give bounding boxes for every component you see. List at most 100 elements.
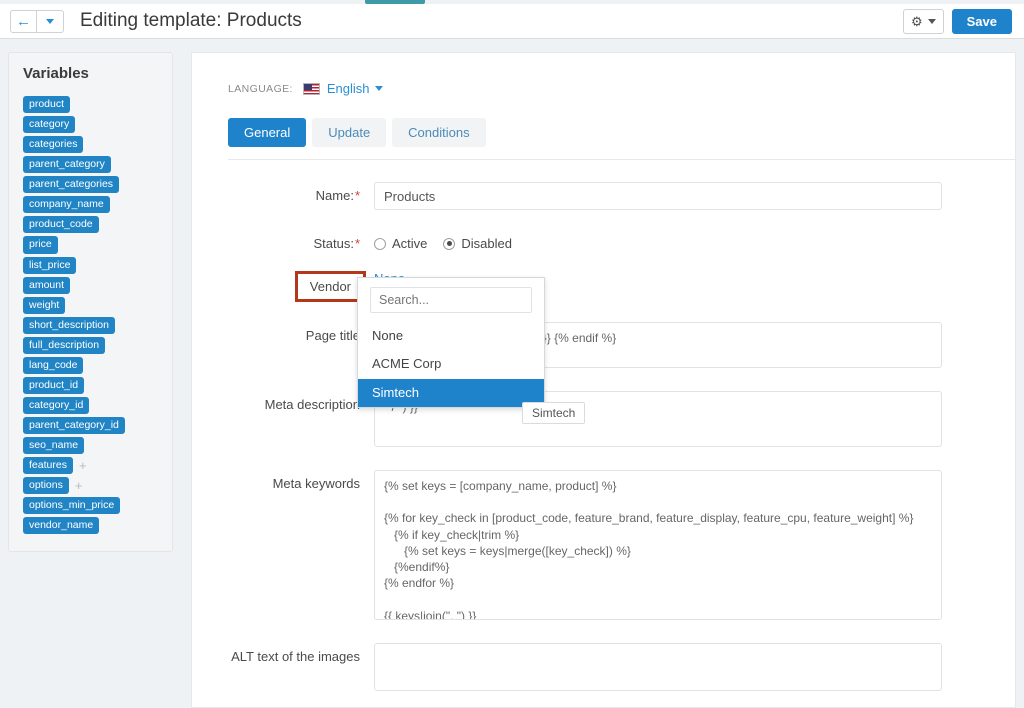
variable-tag[interactable]: parent_categories <box>23 176 120 194</box>
field-meta-keywords: Meta keywords <box>214 470 993 623</box>
back-button-group[interactable]: ← <box>10 9 64 33</box>
vendor-label-highlighted: Vendor <box>294 271 366 302</box>
variable-tag[interactable]: categories <box>23 136 84 154</box>
top-toolbar: ← Editing template: Products ⚙ Save <box>0 4 1024 39</box>
variable-row: options + <box>23 477 158 495</box>
variable-row: category_id <box>23 396 158 414</box>
vendor-option[interactable]: ACME Corp <box>358 350 544 378</box>
variable-row: product_code <box>23 216 158 234</box>
variable-tag[interactable]: product_code <box>23 216 99 234</box>
variables-sidebar: Variables product category categories paren… <box>8 52 173 553</box>
variable-row: short_description <box>23 316 158 334</box>
meta-description-label: Meta description <box>264 397 360 412</box>
tab-update[interactable]: Update <box>312 118 387 147</box>
variable-tag[interactable]: parent_category <box>23 156 111 174</box>
alt-text-textarea[interactable] <box>374 643 942 691</box>
vendor-dropdown-menu: NoneACME CorpSimtech <box>357 277 545 408</box>
variable-tag[interactable]: weight <box>23 296 66 314</box>
vendor-option[interactable]: Simtech <box>358 378 544 407</box>
field-status: Status:* Active Disabled <box>214 230 993 251</box>
field-alt-text: ALT text of the images <box>214 643 993 694</box>
variable-tag[interactable]: company_name <box>23 196 110 214</box>
template-form: Name:* Status:* ActiveDisabled Vendor No… <box>214 182 993 707</box>
page-title: Editing template: Products <box>80 10 302 31</box>
field-vendor: Vendor None <box>214 271 993 302</box>
variable-tag[interactable]: product_id <box>23 376 85 394</box>
variable-tag[interactable]: features <box>23 457 73 475</box>
variable-row: product <box>23 96 158 114</box>
status-radio-group: Active Disabled <box>374 230 993 251</box>
plus-icon[interactable]: + <box>75 479 83 492</box>
name-input[interactable] <box>374 182 942 210</box>
variables-list: product category categories parent_category… <box>23 96 158 535</box>
status-radio-active[interactable]: Active <box>374 236 427 251</box>
meta-keywords-textarea[interactable] <box>374 470 942 620</box>
plus-icon[interactable]: + <box>79 459 87 472</box>
tab-general[interactable]: General <box>228 118 307 147</box>
variable-tag[interactable]: product <box>23 96 71 114</box>
variable-tag[interactable]: full_description <box>23 336 106 354</box>
variable-tag[interactable]: lang_code <box>23 356 84 374</box>
required-marker: * <box>354 188 360 203</box>
variable-tag[interactable]: options_min_price <box>23 497 121 515</box>
name-label-text: Name: <box>315 188 354 203</box>
variable-row: product_id <box>23 376 158 394</box>
radio-label: Disabled <box>461 236 512 251</box>
back-dropdown-button[interactable] <box>37 9 64 33</box>
variable-tag[interactable]: vendor_name <box>23 517 100 535</box>
variable-tag[interactable]: parent_category_id <box>23 417 125 435</box>
variable-tag[interactable]: short_description <box>23 316 115 334</box>
meta-keywords-label: Meta keywords <box>272 476 360 491</box>
language-selector[interactable]: English <box>327 81 370 96</box>
tab-conditions[interactable]: Conditions <box>392 118 486 147</box>
vendor-search-input[interactable] <box>370 287 532 313</box>
variable-row: vendor_name <box>23 517 158 535</box>
variable-row: seo_name <box>23 437 158 455</box>
variable-row: company_name <box>23 196 158 214</box>
us-flag-icon <box>302 82 320 95</box>
variable-row: amount <box>23 276 158 294</box>
field-name: Name:* <box>214 182 993 210</box>
variable-tag[interactable]: list_price <box>23 256 77 274</box>
main-panel: LANGUAGE: English General Update Condition… <box>191 52 1016 708</box>
language-row: LANGUAGE: English <box>228 81 993 96</box>
vendor-dropdown-options: None ACME Corp Simtech <box>358 322 544 407</box>
variable-row: price <box>23 236 158 254</box>
tab-divider <box>228 159 1015 160</box>
variable-tag[interactable]: amount <box>23 276 71 294</box>
variable-tag[interactable]: category_id <box>23 396 90 414</box>
save-button[interactable]: Save <box>951 8 1012 34</box>
vendor-option[interactable]: None <box>358 322 544 350</box>
required-marker: * <box>354 236 360 251</box>
status-radio-disabled[interactable]: Disabled <box>443 236 512 251</box>
chevron-down-icon <box>927 18 936 24</box>
radio-label: Active <box>392 236 428 251</box>
settings-button[interactable]: ⚙ <box>902 8 944 34</box>
variable-row: options_min_price <box>23 497 158 515</box>
gear-icon: ⚙ <box>910 13 923 29</box>
variable-tag[interactable]: category <box>23 116 76 134</box>
variable-row: weight <box>23 296 158 314</box>
name-label: Name:* <box>214 182 374 203</box>
toolbar-actions: ⚙ Save <box>902 8 1012 34</box>
alt-text-label: ALT text of the images <box>231 649 360 664</box>
back-button[interactable]: ← <box>10 9 37 33</box>
variable-row: category <box>23 116 158 134</box>
variable-row: parent_category_id <box>23 417 158 435</box>
variable-tag[interactable]: price <box>23 236 58 254</box>
variable-row: parent_categories <box>23 176 158 194</box>
radio-icon <box>374 237 386 250</box>
variable-tag[interactable]: options <box>23 477 69 495</box>
chevron-down-icon <box>374 86 383 91</box>
variable-row: list_price <box>23 256 158 274</box>
field-page-title: Page title <box>214 322 993 371</box>
variable-row: parent_category <box>23 156 158 174</box>
variable-row: categories <box>23 136 158 154</box>
arrow-left-icon: ← <box>16 12 31 30</box>
variable-row: features + <box>23 457 158 475</box>
chevron-down-icon <box>46 18 54 24</box>
variable-tag[interactable]: seo_name <box>23 437 85 455</box>
status-label: Status:* <box>214 230 374 251</box>
status-label-text: Status: <box>313 236 354 251</box>
vendor-tooltip: Simtech <box>522 402 586 424</box>
